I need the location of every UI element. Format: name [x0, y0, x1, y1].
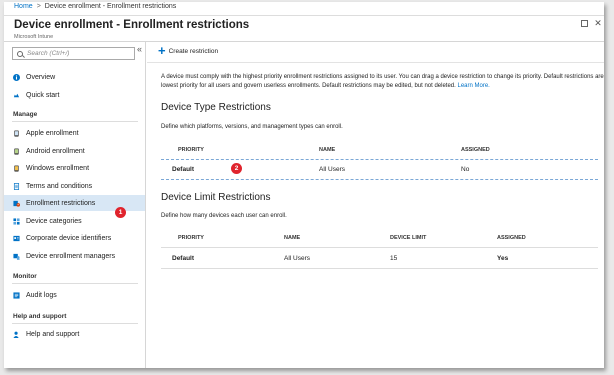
windows-device-icon [14, 164, 19, 172]
sidebar-item-label: Quick start [26, 91, 60, 99]
search-icon [17, 50, 23, 57]
column-header-priority[interactable]: PRIORITY [178, 235, 204, 241]
sidebar-item-device-enrollment-managers[interactable]: Device enrollment managers [4, 248, 145, 264]
close-icon[interactable]: ✕ [594, 18, 602, 28]
column-header-assigned[interactable]: ASSIGNED [461, 147, 490, 153]
portal-window: Home > Device enrollment - Enrollment rest… [4, 2, 604, 368]
sidebar-item-label: Device enrollment managers [26, 252, 116, 260]
document-icon [13, 182, 20, 190]
breadcrumb-home-link[interactable]: Home [14, 3, 33, 10]
sidebar-item-corporate-device-identifiers[interactable]: Corporate device identifiers [4, 230, 145, 246]
cell-device-limit: 15 [390, 255, 398, 262]
sidebar-item-help-and-support[interactable]: Help and support [4, 326, 145, 342]
log-icon [13, 291, 20, 299]
callout-badge-1: 1 [115, 207, 126, 218]
sidebar-item-label: Device categories [26, 217, 82, 225]
cell-assigned: Yes [497, 255, 509, 262]
sidebar-item-label: Android enrollment [26, 147, 85, 155]
section-header-help: Help and support [13, 313, 67, 320]
sidebar-item-label: Windows enrollment [26, 164, 90, 172]
sidebar-item-label: Corporate device identifiers [26, 234, 112, 242]
user-device-icon [13, 253, 20, 260]
sidebar-item-label: Enrollment restrictions [26, 199, 96, 207]
device-type-restrictions-heading: Device Type Restrictions [161, 102, 271, 113]
sidebar-item-audit-logs[interactable]: Audit logs [4, 287, 145, 303]
cell-name: All Users [284, 255, 311, 262]
sidebar-item-android-enrollment[interactable]: Android enrollment [4, 143, 145, 159]
search-input[interactable]: Search (Ctrl+/) [12, 47, 135, 60]
learn-more-link[interactable]: Learn More. [457, 83, 489, 89]
column-header-device-limit[interactable]: DEVICE LIMIT [390, 235, 426, 241]
top-divider [4, 15, 604, 16]
maximize-icon[interactable] [581, 19, 588, 27]
plus-icon: + [158, 43, 166, 58]
sidebar-item-overview[interactable]: Overview [4, 69, 145, 85]
device-limit-restrictions-heading: Device Limit Restrictions [161, 192, 271, 203]
help-icon [13, 331, 19, 338]
cell-assigned: No [461, 166, 470, 173]
description: A device must comply with the highest pr… [161, 73, 604, 91]
sidebar-item-label: Audit logs [26, 291, 57, 299]
sidebar-item-label: Terms and conditions [26, 182, 93, 190]
sidebar-item-label: Apple enrollment [26, 129, 79, 137]
description-text: A device must comply with the highest pr… [161, 74, 604, 89]
create-restriction-button[interactable]: + Create restriction [158, 43, 219, 58]
table-row[interactable] [161, 248, 598, 269]
sidebar: Search (Ctrl+/) « Overview Quick start M… [4, 42, 146, 368]
column-header-name[interactable]: NAME [284, 235, 300, 241]
section-header-monitor: Monitor [13, 273, 37, 280]
window-controls: ✕ [581, 18, 602, 28]
column-header-name[interactable]: NAME [319, 147, 335, 153]
section-divider [12, 323, 138, 324]
sidebar-item-label: Overview [26, 73, 56, 81]
cell-priority: Default [172, 166, 195, 173]
create-restriction-label: Create restriction [168, 47, 219, 55]
sidebar-item-terms-and-conditions[interactable]: Terms and conditions [4, 178, 145, 194]
toolbar-divider [147, 62, 604, 63]
collapse-sidebar-button[interactable]: « [137, 44, 142, 54]
category-icon [13, 217, 20, 225]
android-device-icon [14, 147, 19, 155]
section-divider [12, 283, 138, 284]
section-header-manage: Manage [13, 111, 38, 118]
sidebar-item-quick-start[interactable]: Quick start [4, 87, 145, 103]
sidebar-item-windows-enrollment[interactable]: Windows enrollment [4, 160, 145, 176]
table-divider [161, 268, 598, 269]
restriction-icon [13, 200, 20, 207]
search-placeholder: Search (Ctrl+/) [27, 50, 70, 57]
sidebar-item-apple-enrollment[interactable]: Apple enrollment [4, 125, 145, 141]
cell-name: All Users [319, 166, 346, 173]
column-header-priority[interactable]: PRIORITY [178, 147, 204, 153]
device-limit-restrictions-subtitle: Define how many devices each user can en… [161, 213, 287, 219]
main-content: + Create restriction A device must compl… [147, 42, 604, 368]
device-type-restrictions-subtitle: Define which platforms, versions, and ma… [161, 124, 343, 130]
table-row[interactable] [161, 159, 598, 180]
column-header-assigned[interactable]: ASSIGNED [497, 235, 526, 241]
page-title: Device enrollment - Enrollment restricti… [14, 19, 250, 31]
breadcrumb-separator: > [36, 3, 41, 10]
section-divider [12, 121, 138, 122]
callout-badge-2: 2 [231, 163, 242, 174]
breadcrumb-current: Device enrollment - Enrollment restricti… [44, 3, 177, 10]
sidebar-item-label: Help and support [26, 330, 80, 338]
apple-device-icon [14, 129, 19, 137]
cell-priority: Default [172, 255, 195, 262]
identifier-icon [13, 235, 20, 241]
page-subtitle: Microsoft Intune [14, 34, 54, 40]
breadcrumb: Home > Device enrollment - Enrollment rest… [14, 3, 176, 10]
cloud-icon [13, 93, 20, 97]
info-icon [13, 73, 20, 81]
